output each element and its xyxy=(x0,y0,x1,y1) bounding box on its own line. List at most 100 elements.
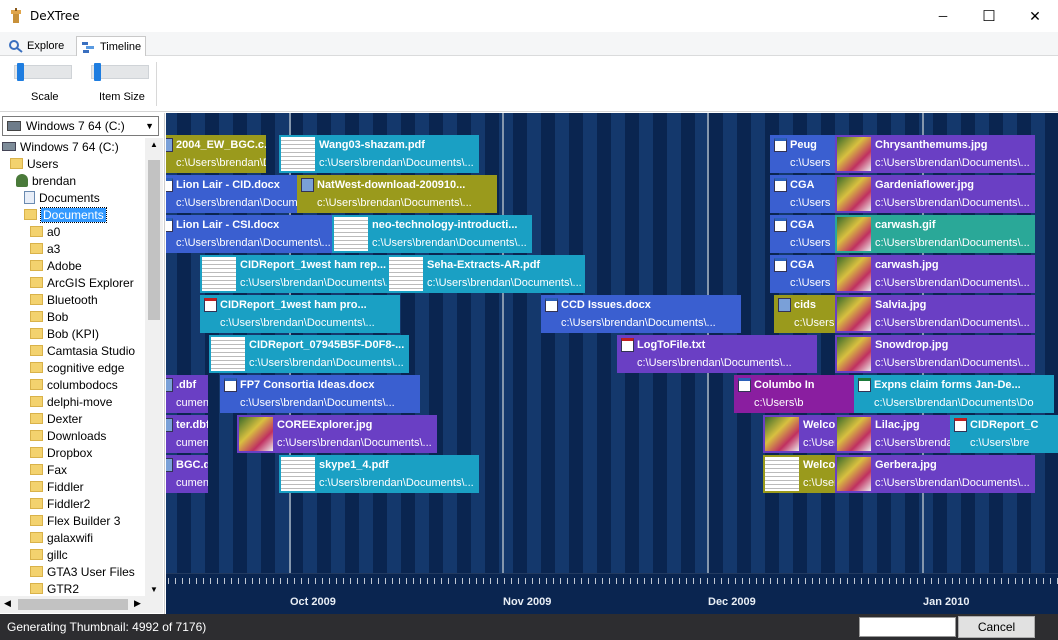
timeline-item[interactable]: carwash.jpg c:\Users\brendan\Documents\..… xyxy=(835,255,1035,293)
tree-node[interactable]: Fax xyxy=(30,461,67,478)
tree-node-label: Adobe xyxy=(47,258,82,273)
timeline-item[interactable]: Gardeniaflower.jpg c:\Users\brendan\Docum… xyxy=(835,175,1035,213)
folder-icon xyxy=(30,379,43,390)
timeline-item[interactable]: CIDReport_07945B5F-D0F8-... c:\Users\bren… xyxy=(209,335,409,373)
ruler-tick xyxy=(609,578,610,584)
tree-node[interactable]: Users xyxy=(10,155,58,172)
ruler-tick xyxy=(840,578,841,584)
timeline-item[interactable]: ter.dbf cuments\... xyxy=(166,415,208,453)
timeline-item[interactable]: CCD Issues.docx c:\Users\brendan\Document… xyxy=(541,295,741,333)
timeline-item[interactable]: Chrysanthemums.jpg c:\Users\brendan\Docum… xyxy=(835,135,1035,173)
tree-node[interactable]: galaxwifi xyxy=(30,529,93,546)
tree-node[interactable]: Adobe xyxy=(30,257,82,274)
scroll-up-icon[interactable]: ▲ xyxy=(150,140,158,149)
scale-slider[interactable] xyxy=(14,63,72,81)
ruler-tick xyxy=(714,578,715,584)
tree-node[interactable]: ArcGIS Explorer xyxy=(30,274,134,291)
ruler-tick xyxy=(448,578,449,584)
status-bar: Generating Thumbnail: 4992 of 7176) Canc… xyxy=(0,614,1058,640)
tree-node[interactable]: Downloads xyxy=(30,427,106,444)
scale-slider-thumb[interactable] xyxy=(17,63,24,81)
timeline-item[interactable]: BGC.d... cuments\... xyxy=(166,455,208,493)
tree-node[interactable]: a0 xyxy=(30,223,60,240)
timeline-view[interactable]: 2004_EW_BGC.c... c:\Users\brendan\Documen… xyxy=(166,113,1058,614)
timeline-item[interactable]: 2004_EW_BGC.c... c:\Users\brendan\Documen… xyxy=(166,135,266,173)
tree-node[interactable]: Documents xyxy=(24,189,100,206)
file-icon xyxy=(301,178,314,192)
ruler-tick xyxy=(1050,578,1051,584)
minimize-button[interactable]: ─ xyxy=(920,0,966,32)
folder-icon xyxy=(30,226,43,237)
status-text: Generating Thumbnail: 4992 of 7176) xyxy=(7,620,207,634)
scroll-left-icon[interactable]: ◀ xyxy=(4,598,11,609)
image-thumbnail xyxy=(837,217,871,251)
timeline-item[interactable]: FP7 Consortia Ideas.docx c:\Users\brendan… xyxy=(220,375,420,413)
item-size-slider-thumb[interactable] xyxy=(94,63,101,81)
tree-node[interactable]: Windows 7 64 (C:) xyxy=(2,138,119,155)
tree-vertical-scrollbar[interactable]: ▲ ▼ xyxy=(145,138,163,596)
tree-node[interactable]: gillc xyxy=(30,546,68,563)
tree-node[interactable]: Flex Builder 3 xyxy=(30,512,120,529)
timeline-item[interactable]: Expns claim forms Jan-De... c:\Users\bren… xyxy=(854,375,1054,413)
tree-node[interactable]: Dexter xyxy=(30,410,82,427)
ruler-tick xyxy=(385,578,386,584)
timeline-item[interactable]: Seha-Extracts-AR.pdf c:\Users\brendan\Doc… xyxy=(387,255,585,293)
item-size-slider[interactable] xyxy=(91,63,149,81)
ruler-tick xyxy=(672,578,673,584)
tree-node[interactable]: delphi-move xyxy=(30,393,112,410)
tree-node[interactable]: Documents xyxy=(24,206,107,223)
timeline-item-path: c:\Users\brendan\Documents\... xyxy=(875,477,1030,489)
timeline-item[interactable]: Lion Lair - CSI.docx c:\Users\brendan\Doc… xyxy=(166,215,336,253)
tree-node[interactable]: Bob (KPI) xyxy=(30,325,99,342)
tree-node[interactable]: cognitive edge xyxy=(30,359,124,376)
folder-icon xyxy=(30,498,43,509)
timeline-item-name: LogToFile.txt xyxy=(637,339,706,351)
tree-node[interactable]: Camtasia Studio xyxy=(30,342,135,359)
close-button[interactable]: ✕ xyxy=(1012,0,1058,32)
timeline-item[interactable]: .dbf cuments\... xyxy=(166,375,208,413)
timeline-item[interactable]: CIDReport_1west ham rep... c:\Users\brend… xyxy=(200,255,400,293)
timeline-item[interactable]: Wang03-shazam.pdf c:\Users\brendan\Docume… xyxy=(279,135,479,173)
tree-node[interactable]: Dropbox xyxy=(30,444,92,461)
tree-node-label: Dropbox xyxy=(47,445,93,460)
timeline-item[interactable]: Gerbera.jpg c:\Users\brendan\Documents\..… xyxy=(835,455,1035,493)
timeline-item[interactable]: neo-technology-introducti... c:\Users\bre… xyxy=(332,215,532,253)
maximize-button[interactable]: ☐ xyxy=(966,0,1012,32)
tree-node[interactable]: columbodocs xyxy=(30,376,118,393)
ruler-tick xyxy=(490,578,491,584)
tree-node[interactable]: Bluetooth xyxy=(30,291,98,308)
timeline-item[interactable]: Salvia.jpg c:\Users\brendan\Documents\... xyxy=(835,295,1035,333)
timeline-item[interactable]: Snowdrop.jpg c:\Users\brendan\Documents\.… xyxy=(835,335,1035,373)
scroll-right-icon[interactable]: ▶ xyxy=(134,598,141,609)
timeline-item[interactable]: carwash.gif c:\Users\brendan\Documents\..… xyxy=(835,215,1035,253)
window-title: DeXTree xyxy=(30,9,80,23)
scroll-down-icon[interactable]: ▼ xyxy=(150,585,158,594)
timeline-item[interactable]: CIDReport_1west ham pro... c:\Users\brend… xyxy=(200,295,400,333)
timeline-ruler[interactable]: Oct 2009 Nov 2009 Dec 2009 Jan 2010 xyxy=(166,573,1058,614)
pdf-thumbnail xyxy=(389,257,423,291)
tree-node[interactable]: GTR2 xyxy=(30,580,79,596)
timeline-item[interactable]: COREExplorer.jpg c:\Users\brendan\Documen… xyxy=(237,415,437,453)
ruler-tick xyxy=(644,578,645,584)
tab-explore[interactable]: Explore xyxy=(4,36,68,56)
tree-node[interactable]: Bob xyxy=(30,308,68,325)
timeline-item[interactable]: skype1_4.pdf c:\Users\brendan\Documents\.… xyxy=(279,455,479,493)
tree-vertical-scrollbar-thumb[interactable] xyxy=(148,160,160,320)
ruler-tick xyxy=(896,578,897,584)
tree-node[interactable]: GTA3 User Files xyxy=(30,563,135,580)
timeline-item-name: BGC.d... xyxy=(176,459,208,471)
pdf-thumbnail xyxy=(334,217,368,251)
timeline-item[interactable]: LogToFile.txt c:\Users\brendan\Documents\… xyxy=(617,335,817,373)
tree-node[interactable]: Fiddler xyxy=(30,478,84,495)
tree-node[interactable]: a3 xyxy=(30,240,60,257)
tab-timeline[interactable]: Timeline xyxy=(76,36,147,56)
tree-node[interactable]: Fiddler2 xyxy=(30,495,90,512)
tree-horizontal-scrollbar[interactable]: ◀ ▶ xyxy=(0,596,163,613)
timeline-item[interactable]: CIDReport_C c:\Users\bre xyxy=(950,415,1058,453)
cancel-button[interactable]: Cancel xyxy=(958,616,1035,638)
tree-horizontal-scrollbar-thumb[interactable] xyxy=(18,599,128,610)
tree-node-label: a0 xyxy=(47,224,61,239)
tree-node[interactable]: brendan xyxy=(16,172,76,189)
drive-dropdown[interactable]: Windows 7 64 (C:) ▼ xyxy=(2,116,159,136)
timeline-item[interactable]: NatWest-download-200910... c:\Users\brend… xyxy=(297,175,497,213)
